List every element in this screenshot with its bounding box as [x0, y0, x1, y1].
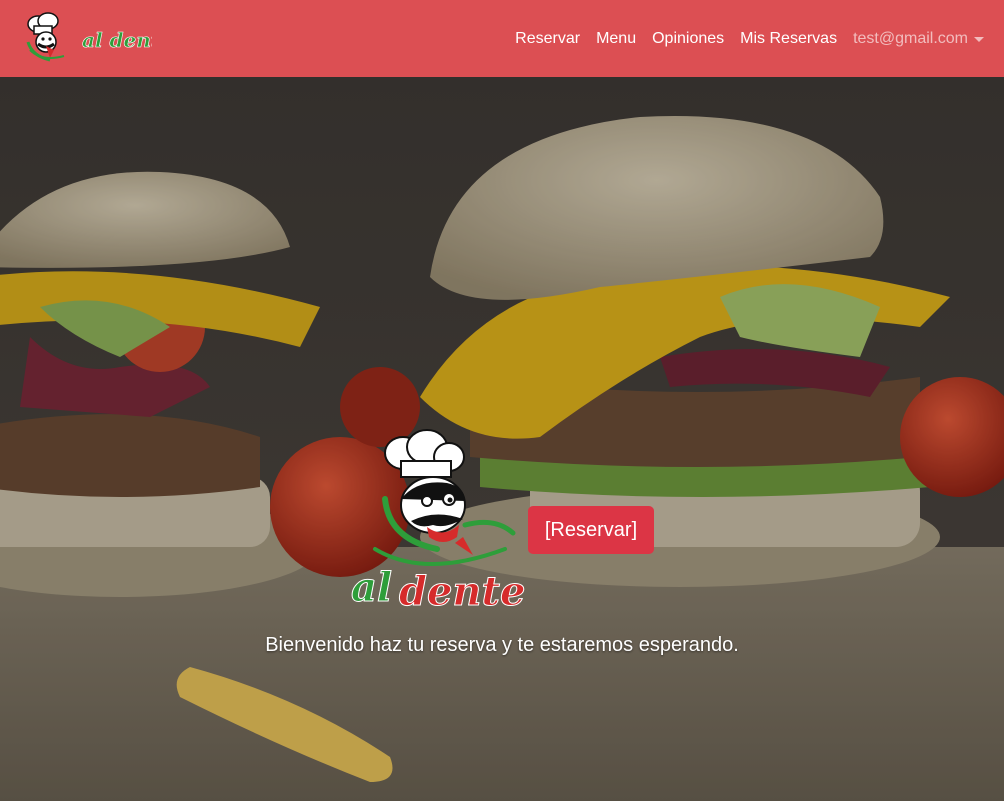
svg-text:al dente: al dente [82, 28, 152, 52]
brand-logo-link[interactable]: al dente [20, 9, 152, 69]
nav-links: Reservar Menu Opiniones Mis Reservas tes… [515, 30, 984, 48]
hero-reservar-button[interactable]: [Reservar] [528, 506, 654, 554]
nav-reservar[interactable]: Reservar [515, 30, 580, 48]
nav-menu[interactable]: Menu [596, 30, 636, 48]
nav-opiniones[interactable]: Opiniones [652, 30, 724, 48]
chevron-down-icon [974, 37, 984, 42]
aldente-chef-logo: al dente [351, 429, 525, 616]
nav-mis-reservas[interactable]: Mis Reservas [740, 30, 837, 48]
chef-logo-icon [26, 11, 65, 61]
user-email: test@gmail.com [853, 29, 968, 47]
hero-section: al dente [Reservar] Bienvenido haz tu re… [0, 77, 1004, 801]
brand-wordmark: al dente [82, 27, 152, 52]
svg-text:al: al [351, 564, 392, 611]
user-dropdown[interactable]: test@gmail.com [853, 30, 984, 48]
top-navbar: al dente Reservar Menu Opiniones Mis Res… [0, 0, 1004, 77]
svg-text:dente: dente [399, 568, 525, 615]
welcome-message: Bienvenido haz tu reserva y te estaremos… [265, 634, 739, 656]
